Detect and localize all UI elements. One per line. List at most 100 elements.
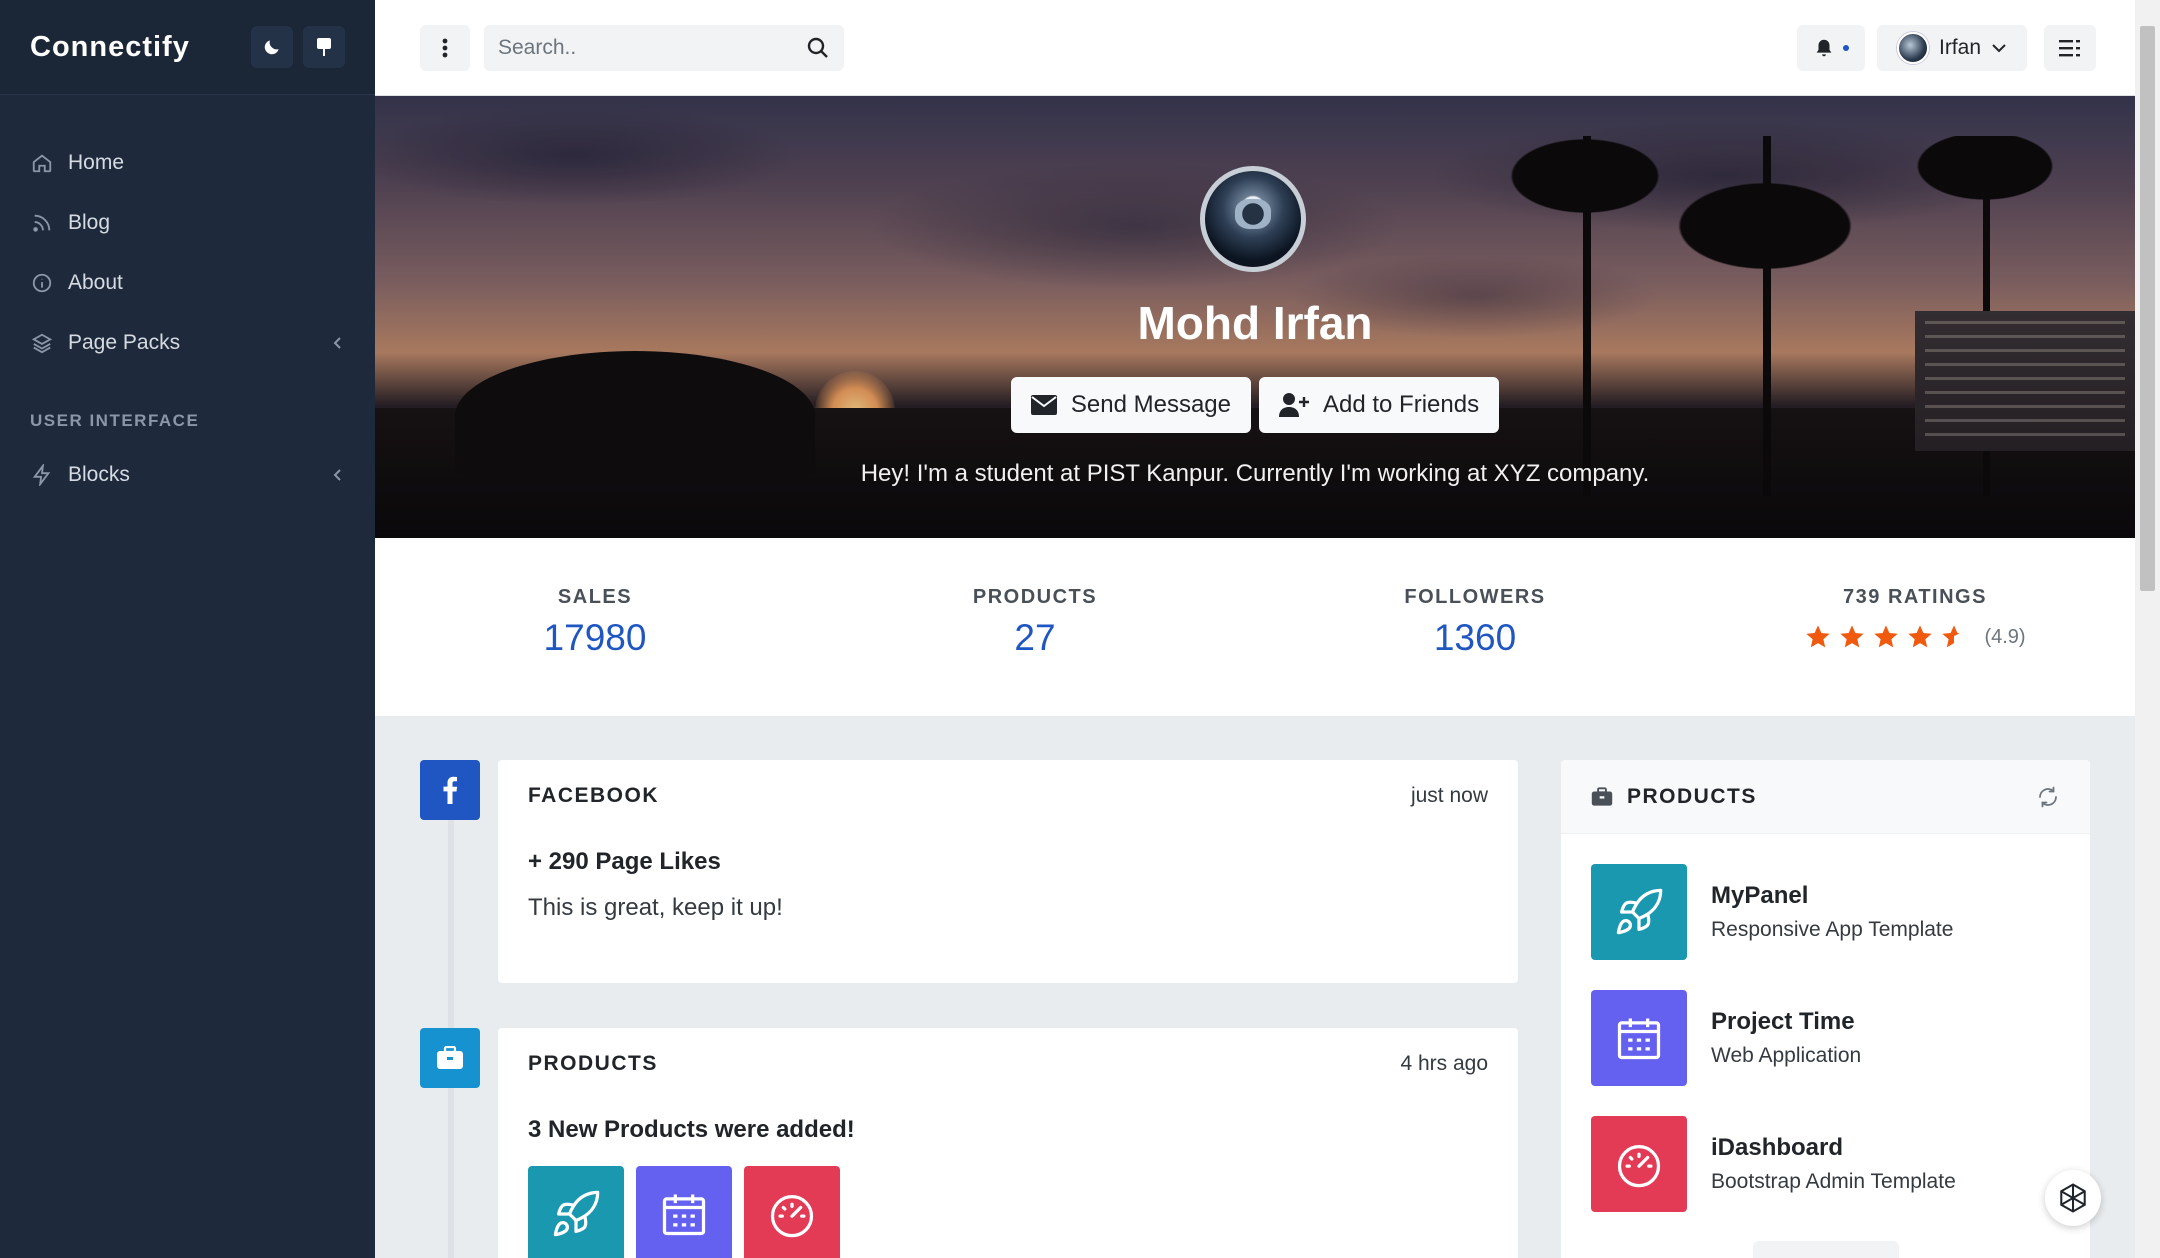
list-item[interactable]: iDashboard Bootstrap Admin Template: [1591, 1116, 2060, 1212]
sidebar: Connectify Home Blog About Page Packs US…: [0, 0, 375, 1258]
facebook-icon: [420, 760, 480, 820]
assistant-button[interactable]: [2045, 1170, 2101, 1226]
add-friend-button[interactable]: Add to Friends: [1259, 377, 1500, 433]
dots-vertical-icon: [442, 38, 448, 58]
star-icon: [1908, 625, 1933, 648]
sidebar-item-label: Home: [68, 151, 125, 174]
chevron-down-icon: [1992, 44, 2006, 53]
profile-cover: Mohd Irfan Send Message Add to Friends H…: [375, 96, 2135, 538]
brand-bar: Connectify: [0, 0, 375, 95]
notification-dot: [1843, 45, 1849, 51]
search-input[interactable]: [498, 36, 806, 60]
timeline-card-facebook: FACEBOOK just now + 290 Page Likes This …: [498, 760, 1518, 983]
add-friend-label: Add to Friends: [1323, 391, 1480, 418]
card-header: PRODUCTS 4 hrs ago: [498, 1028, 1518, 1100]
card-title: FACEBOOK: [528, 784, 660, 807]
card-body: + 290 Page Likes This is great, keep it …: [498, 832, 1518, 922]
sidebar-section-header: USER INTERFACE: [30, 411, 200, 430]
menu-icon: [2059, 40, 2080, 57]
stat-value: 17980: [543, 617, 647, 658]
page-scrollbar[interactable]: [2135, 0, 2160, 1258]
profile-actions: Send Message Add to Friends: [375, 377, 2135, 433]
calendar-icon: [1617, 1018, 1661, 1060]
moon-icon: [264, 40, 279, 55]
profile-name: Mohd Irfan: [1137, 297, 1373, 349]
sidebar-item-label: Blocks: [68, 463, 130, 486]
more-menu-button[interactable]: [420, 25, 470, 71]
user-menu-button[interactable]: Irfan: [1877, 25, 2027, 71]
profile-bio: Hey! I'm a student at PIST Kanpur. Curre…: [860, 460, 1650, 487]
sidebar-nav: Home Blog About Page Packs USER INTERFAC…: [0, 95, 375, 505]
home-icon: [30, 151, 54, 175]
profile-avatar[interactable]: [1200, 166, 1306, 272]
product-name[interactable]: Project Time: [1711, 1008, 1861, 1036]
product-name[interactable]: MyPanel: [1711, 882, 1953, 910]
sidebar-item-label: About: [68, 271, 123, 294]
stat-label: 739 RATINGS: [1843, 586, 1987, 608]
notifications-button[interactable]: [1797, 25, 1865, 71]
profile-stats: SALES 17980 PRODUCTS 27 FOLLOWERS 1360 7…: [375, 538, 2135, 716]
search-icon[interactable]: [806, 36, 830, 60]
speedometer-icon: [1617, 1145, 1661, 1188]
layers-icon: [30, 331, 54, 355]
product-name[interactable]: iDashboard: [1711, 1134, 1956, 1162]
dark-mode-toggle[interactable]: [251, 26, 293, 68]
user-plus-icon: [1279, 393, 1309, 417]
card-time: just now: [1410, 784, 1488, 807]
pin-sidebar-button[interactable]: [303, 26, 345, 68]
product-icon-box: [1591, 864, 1687, 960]
sidebar-item-about[interactable]: About: [0, 253, 375, 313]
briefcase-icon: [1591, 786, 1613, 806]
card-title: PRODUCTS: [528, 1052, 658, 1075]
sidebar-item-home[interactable]: Home: [0, 133, 375, 193]
timeline-headline: 3 New Products were added!: [528, 1116, 855, 1143]
product-icon-box: [1591, 1116, 1687, 1212]
avatar: [1896, 32, 1929, 64]
product-tile-mypanel[interactable]: [528, 1166, 624, 1258]
star-half-icon: [1942, 625, 1961, 648]
product-tile-project-time[interactable]: [636, 1166, 732, 1258]
send-message-button[interactable]: Send Message: [1010, 377, 1251, 433]
sidebar-item-label: Blog: [68, 211, 111, 234]
product-tiles: [528, 1166, 1488, 1258]
card-header: FACEBOOK just now: [498, 760, 1518, 832]
menu-toggle-button[interactable]: [2044, 25, 2096, 71]
stat-products: PRODUCTS 27: [815, 538, 1255, 716]
card-header: PRODUCTS: [1561, 760, 2090, 834]
stat-label: SALES: [557, 586, 633, 608]
stat-ratings: 739 RATINGS (4.9): [1695, 538, 2135, 716]
view-all-products-button[interactable]: [1753, 1241, 1899, 1258]
speedometer-icon: [770, 1195, 814, 1238]
card-time: 4 hrs ago: [1400, 1052, 1488, 1075]
list-item[interactable]: Project Time Web Application: [1591, 990, 2060, 1086]
sidebar-item-blocks[interactable]: Blocks: [0, 445, 375, 505]
scrollbar-thumb[interactable]: [2140, 26, 2155, 591]
stat-value: 1360: [1433, 617, 1517, 658]
stat-label: PRODUCTS: [972, 586, 1098, 608]
stat-value: 27: [1014, 617, 1056, 658]
sidebar-item-page-packs[interactable]: Page Packs: [0, 313, 375, 373]
stat-followers: FOLLOWERS 1360: [1255, 538, 1695, 716]
calendar-icon: [662, 1194, 706, 1236]
briefcase-icon: [420, 1028, 480, 1088]
rocket-icon: [1616, 888, 1663, 935]
chevron-left-icon: [333, 337, 341, 349]
chevron-left-icon: [333, 469, 341, 481]
product-tile-idashboard[interactable]: [744, 1166, 840, 1258]
rss-icon: [30, 211, 54, 235]
envelope-icon: [1030, 395, 1057, 415]
product-desc: Web Application: [1711, 1044, 1862, 1067]
sidebar-item-blog[interactable]: Blog: [0, 193, 375, 253]
timeline-text: This is great, keep it up!: [528, 894, 783, 921]
timeline-card-products: PRODUCTS 4 hrs ago 3 New Products were a…: [498, 1028, 1518, 1258]
list-item[interactable]: MyPanel Responsive App Template: [1591, 864, 2060, 960]
star-icon: [1840, 625, 1865, 648]
card-title: PRODUCTS: [1627, 784, 1757, 808]
refresh-icon[interactable]: [2036, 785, 2060, 809]
products-list: MyPanel Responsive App Template Project …: [1561, 834, 2090, 1212]
brand-name[interactable]: Connectify: [30, 31, 241, 64]
sidebar-item-label: Page Packs: [68, 331, 181, 354]
product-icon-box: [1591, 990, 1687, 1086]
user-name: Irfan: [1938, 36, 1982, 59]
star-rating: (4.9): [1695, 623, 2135, 651]
